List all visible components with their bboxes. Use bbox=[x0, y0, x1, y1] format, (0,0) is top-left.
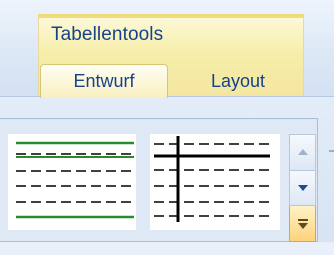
table-style-thumbnail-black-grid[interactable] bbox=[150, 134, 280, 230]
gallery-more-button[interactable] bbox=[289, 206, 316, 243]
gallery-scroll-up-button[interactable] bbox=[289, 134, 316, 171]
chevron-down-icon bbox=[297, 185, 308, 191]
gallery-scroll-down-button[interactable] bbox=[289, 170, 316, 207]
tab-layout[interactable]: Layout bbox=[182, 64, 294, 98]
contextual-tab-group-label: Tabellentools bbox=[51, 24, 164, 45]
table-style-thumbnail-green[interactable] bbox=[8, 134, 136, 230]
table-style-black-grid-icon bbox=[154, 136, 270, 222]
gallery-scroll-column bbox=[289, 134, 316, 243]
group-separator bbox=[329, 150, 334, 152]
table-style-green-rules-icon bbox=[16, 141, 134, 219]
tab-entwurf[interactable]: Entwurf bbox=[40, 64, 168, 98]
chevron-up-icon bbox=[297, 149, 308, 156]
expand-gallery-icon bbox=[297, 218, 308, 229]
ribbon-bottom-strip bbox=[0, 242, 334, 255]
